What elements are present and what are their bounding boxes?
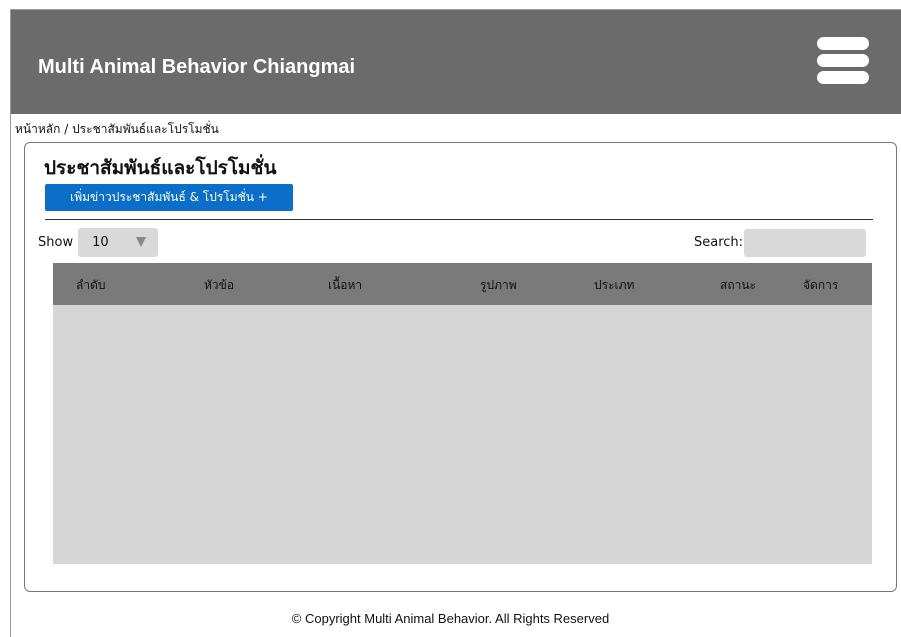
- footer-copyright: © Copyright Multi Animal Behavior. All R…: [291, 611, 610, 626]
- menu-bar: [817, 71, 869, 84]
- column-header-type[interactable]: ประเภท: [594, 276, 634, 295]
- column-header-topic[interactable]: หัวข้อ: [204, 276, 234, 295]
- footer: © Copyright Multi Animal Behavior. All R…: [0, 611, 901, 627]
- breadcrumb-current: ประชาสัมพันธ์และโปรโมชั่น: [72, 122, 219, 136]
- show-entries-value: 10: [92, 235, 109, 250]
- caret-down-icon: [136, 237, 147, 247]
- show-entries: Show 10: [38, 228, 159, 257]
- search-label: Search:: [694, 235, 744, 250]
- column-header-order[interactable]: ลำดับ: [76, 276, 106, 295]
- column-header-image[interactable]: รูปภาพ: [480, 276, 517, 295]
- search-box: Search:: [694, 228, 867, 257]
- column-header-actions[interactable]: จัดการ: [803, 276, 838, 295]
- add-news-promotion-button[interactable]: เพิ่มข่าวประชาสัมพันธ์ & โปรโมชั่น +: [45, 184, 293, 211]
- menu-bar: [817, 54, 869, 67]
- table-header: ลำดับ หัวข้อ เนื้อหา รูปภาพ ประเภท สถานะ…: [53, 263, 872, 305]
- breadcrumb-home-link[interactable]: หน้าหลัก: [15, 122, 60, 136]
- top-navbar: Multi Animal Behavior Chiangmai: [11, 10, 901, 114]
- show-label: Show: [38, 235, 74, 250]
- show-entries-select[interactable]: 10: [78, 228, 159, 257]
- data-table: ลำดับ หัวข้อ เนื้อหา รูปภาพ ประเภท สถานะ…: [53, 263, 872, 564]
- brand-title[interactable]: Multi Animal Behavior Chiangmai: [38, 56, 355, 79]
- menu-bar: [817, 37, 869, 50]
- breadcrumb-separator: /: [60, 122, 73, 136]
- divider: [45, 219, 873, 220]
- hamburger-menu-icon[interactable]: [817, 37, 869, 84]
- breadcrumb: หน้าหลัก / ประชาสัมพันธ์และโปรโมชั่น: [15, 120, 219, 139]
- search-input[interactable]: [744, 228, 867, 257]
- content-card: ประชาสัมพันธ์และโปรโมชั่น เพิ่มข่าวประชา…: [24, 142, 897, 592]
- column-header-status[interactable]: สถานะ: [720, 276, 756, 295]
- page-title: ประชาสัมพันธ์และโปรโมชั่น: [44, 157, 277, 179]
- column-header-content[interactable]: เนื้อหา: [328, 276, 362, 295]
